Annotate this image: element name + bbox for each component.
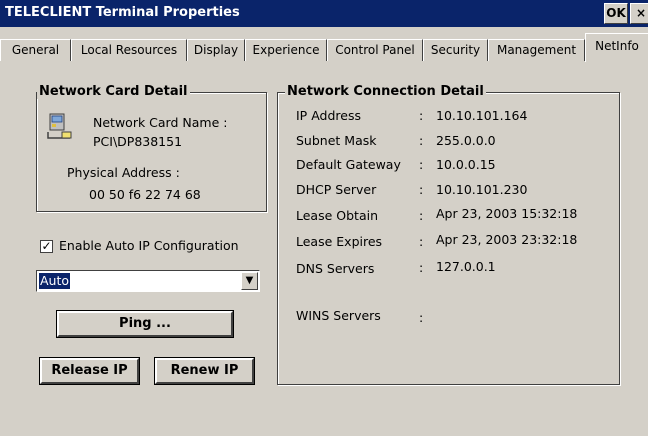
subnet-mask-sep: : [419,133,424,148]
auto-ip-combo[interactable]: Auto ▼ [36,270,260,292]
tab-general[interactable]: General [0,39,71,61]
network-card-icon [47,113,72,139]
tab-management[interactable]: Management [488,39,585,61]
auto-ip-combo-value: Auto [39,273,71,289]
tab-display[interactable]: Display [187,39,245,61]
wins-servers-label: WINS Servers [296,308,381,323]
lease-obtain-label: Lease Obtain [296,208,379,223]
window-title: TELECLIENT Terminal Properties [5,5,240,20]
default-gateway-sep: : [419,157,424,172]
subnet-mask-label: Subnet Mask [296,133,377,148]
ip-address-sep: : [419,108,424,123]
network-connection-legend: Network Connection Detail [285,84,486,99]
ok-button[interactable]: OK [604,3,628,24]
enable-auto-ip-checkbox[interactable]: ✓ [40,240,53,253]
tab-netinfo[interactable]: NetInfo [585,33,648,62]
dns-servers-value: 127.0.0.1 [436,259,496,274]
wins-servers-sep: : [419,310,424,325]
ip-address-value: 10.10.101.164 [436,108,528,123]
lease-expires-label: Lease Expires [296,234,383,249]
lease-expires-value: Apr 23, 2003 23:32:18 [436,232,578,247]
physical-address-value: 00 50 f6 22 74 68 [89,187,201,202]
physical-address-label: Physical Address : [67,165,180,180]
close-button[interactable]: × [630,3,648,24]
title-bar: TELECLIENT Terminal Properties OK × [0,0,648,27]
network-card-name-label: Network Card Name : [93,115,228,130]
ip-address-label: IP Address [296,108,361,123]
dhcp-server-sep: : [419,182,424,197]
network-card-legend: Network Card Detail [37,84,190,99]
tab-experience[interactable]: Experience [245,39,327,61]
release-ip-button[interactable]: Release IP [39,357,140,385]
dhcp-server-label: DHCP Server [296,182,377,197]
enable-auto-ip-label: Enable Auto IP Configuration [59,238,239,253]
default-gateway-label: Default Gateway [296,157,401,172]
default-gateway-value: 10.0.0.15 [436,157,496,172]
tab-security[interactable]: Security [423,39,488,61]
lease-expires-sep: : [419,234,424,249]
network-card-name-value: PCI\DP838151 [93,134,183,149]
renew-ip-button[interactable]: Renew IP [154,357,255,385]
ping-button[interactable]: Ping ... [56,310,234,338]
lease-obtain-sep: : [419,208,424,223]
tab-local-resources[interactable]: Local Resources [71,39,187,61]
dns-servers-sep: : [419,260,424,275]
subnet-mask-value: 255.0.0.0 [436,133,496,148]
dns-servers-label: DNS Servers [296,261,375,276]
lease-obtain-value: Apr 23, 2003 15:32:18 [436,206,578,221]
tab-control-panel[interactable]: Control Panel [327,39,423,61]
chevron-down-icon[interactable]: ▼ [241,272,258,290]
dhcp-server-value: 10.10.101.230 [436,182,528,197]
